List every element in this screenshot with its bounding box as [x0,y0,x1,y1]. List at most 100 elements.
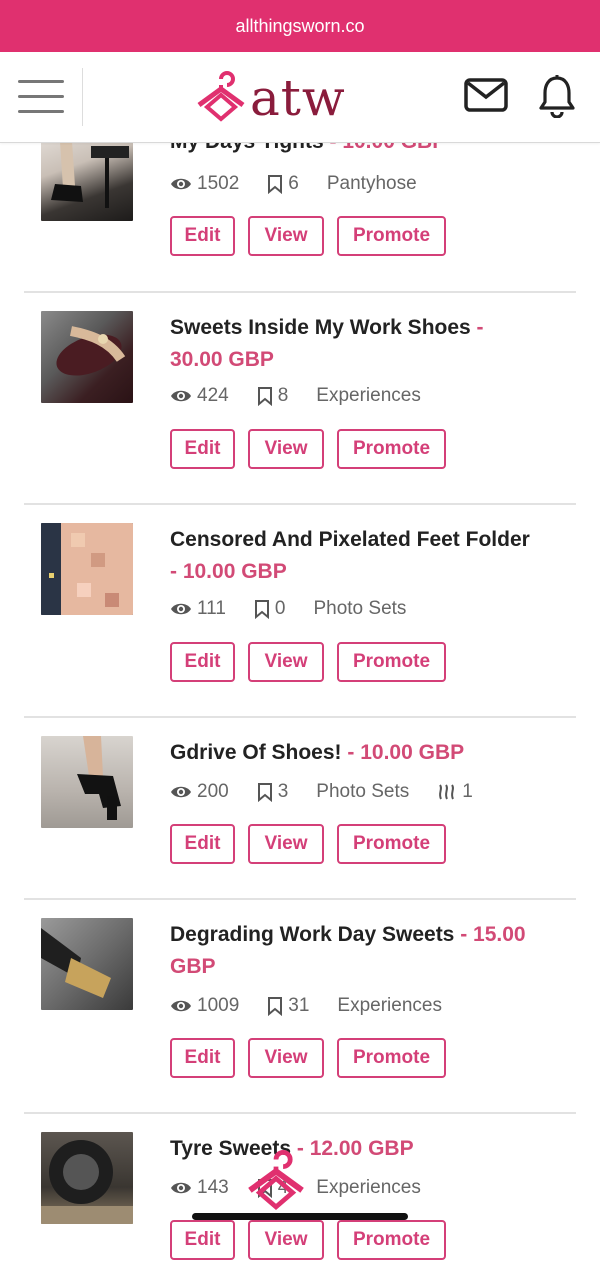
edit-button[interactable]: Edit [170,216,235,256]
listing-meta: 1009 31 Experiences [170,995,470,1017]
extra-count: 1 [462,781,473,802]
listing-meta: 200 3 Photo Sets 1 [170,781,501,803]
listing-title-text: Sweets Inside My Work Shoes [170,316,471,339]
view-button[interactable]: View [248,216,324,256]
listing-price: 30.00 GBP [170,348,274,371]
listings-list: My Days Tights - 10.00 GBP 1502 6 Pantyh… [0,126,600,1274]
edit-button[interactable]: Edit [170,429,235,469]
listing-title-text: Degrading Work Day Sweets [170,923,455,946]
promote-button[interactable]: Promote [337,429,446,469]
view-count: 424 [197,385,229,406]
bookmark-icon [257,387,272,406]
eye-icon [171,786,191,798]
listing-actions: Edit View Promote [170,216,459,256]
listing-actions: Edit View Promote [170,429,459,469]
promote-button[interactable]: Promote [337,824,446,864]
listing-item: Gdrive Of Shoes! - 10.00 GBP 200 3 Photo… [24,718,576,900]
listing-item: Censored And Pixelated Feet Folder - 10.… [24,505,576,718]
bell-icon[interactable] [538,74,576,118]
listing-item: Degrading Work Day Sweets - 15.00 GBP 10… [24,900,576,1114]
promote-button[interactable]: Promote [337,1038,446,1078]
site-logo[interactable]: atw [196,66,346,130]
listing-price: 12.00 GBP [309,1137,414,1160]
listing-title[interactable]: Tyre Sweets - 12.00 GBP [170,1133,556,1165]
listing-category: Experiences [316,1177,421,1198]
view-button[interactable]: View [248,1220,324,1260]
title-separator: - [341,741,361,764]
hanger-logo-icon [197,71,245,122]
listing-price: 10.00 GBP [182,560,287,583]
view-count: 143 [197,1177,229,1198]
listing-thumbnail[interactable] [41,736,133,828]
logo-text: atw [250,69,346,127]
save-count: 8 [277,385,289,406]
listing-title[interactable]: Degrading Work Day Sweets - 15.00 GBP [170,919,556,983]
title-separator: - [454,923,474,946]
listing-thumbnail[interactable] [41,918,133,1010]
mail-icon[interactable] [464,78,508,112]
listing-title-text: Censored And Pixelated Feet Folder [170,528,530,551]
listing-item: Sweets Inside My Work Shoes - 30.00 GBP … [24,293,576,505]
save-count: 3 [277,781,289,802]
save-count: 0 [274,598,286,619]
bookmark-icon [254,600,269,619]
listing-meta: 111 0 Photo Sets [170,598,434,620]
listing-title[interactable]: Gdrive Of Shoes! - 10.00 GBP [170,737,556,769]
eye-icon [171,1000,191,1012]
view-count: 1502 [197,173,240,194]
listing-meta: 424 8 Experiences [170,385,449,407]
listing-category: Pantyhose [326,173,417,194]
wavy-lines-icon [439,784,455,800]
eye-icon [171,1182,191,1194]
bookmark-icon [268,997,283,1016]
listing-thumbnail[interactable] [41,523,133,615]
bookmark-icon [257,783,272,802]
browser-url-bar[interactable]: allthingsworn.co [0,0,600,52]
listing-category: Experiences [316,385,421,406]
view-count: 200 [197,781,229,802]
site-header: atw [0,52,600,143]
view-count: 1009 [197,995,240,1016]
listing-thumbnail[interactable] [41,311,133,403]
eye-icon [171,178,191,190]
listing-title-text: Gdrive Of Shoes! [170,741,342,764]
url-text: allthingsworn.co [235,15,365,36]
bookmark-icon [268,175,283,194]
home-indicator[interactable] [192,1213,408,1220]
save-count: 6 [288,173,299,194]
view-button[interactable]: View [248,429,324,469]
listing-category: Experiences [337,995,442,1016]
view-button[interactable]: View [248,824,324,864]
listing-thumbnail[interactable] [41,1132,133,1224]
eye-icon [171,390,191,402]
hamburger-icon[interactable] [18,80,64,116]
edit-button[interactable]: Edit [170,1220,235,1260]
edit-button[interactable]: Edit [170,824,235,864]
listing-actions: Edit View Promote [170,642,459,682]
listing-item: My Days Tights - 10.00 GBP 1502 6 Pantyh… [24,126,576,293]
listing-title[interactable]: Censored And Pixelated Feet Folder - 10.… [170,524,556,588]
listing-meta: 1502 6 Pantyhose [170,173,445,195]
listing-category: Photo Sets [313,598,407,619]
edit-button[interactable]: Edit [170,1038,235,1078]
promote-button[interactable]: Promote [337,1220,446,1260]
title-separator: - [170,560,183,583]
listing-meta: 143 4 Experiences [170,1177,449,1199]
view-button[interactable]: View [248,1038,324,1078]
listing-actions: Edit View Promote [170,824,459,864]
floating-hanger-logo-icon [248,1150,304,1211]
listing-actions: Edit View Promote [170,1038,459,1078]
view-count: 111 [197,598,226,619]
promote-button[interactable]: Promote [337,642,446,682]
promote-button[interactable]: Promote [337,216,446,256]
save-count: 31 [288,995,310,1016]
header-divider [82,68,83,126]
listing-price: 10.00 GBP [360,741,465,764]
listing-category: Photo Sets [316,781,410,802]
edit-button[interactable]: Edit [170,642,235,682]
view-button[interactable]: View [248,642,324,682]
title-separator: - [470,316,484,339]
eye-icon [171,603,191,615]
listing-actions: Edit View Promote [170,1220,459,1260]
listing-title[interactable]: Sweets Inside My Work Shoes - 30.00 GBP [170,312,556,376]
